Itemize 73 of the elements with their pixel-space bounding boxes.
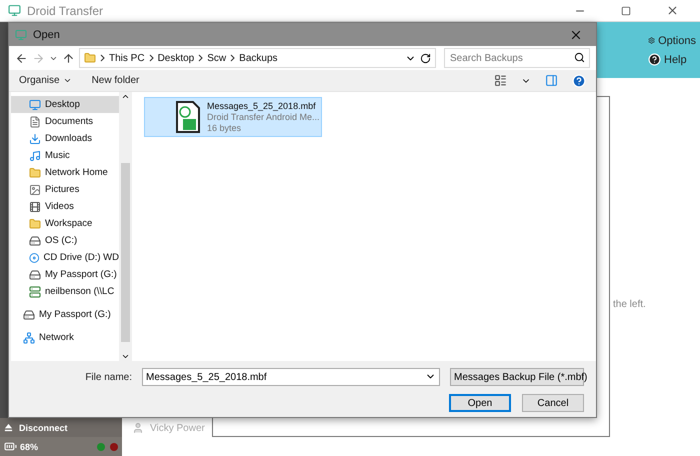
battery-icon bbox=[4, 440, 17, 453]
drive-icon bbox=[23, 308, 35, 320]
nav-item[interactable]: My Passport (G:) bbox=[11, 266, 119, 283]
nav-item[interactable]: Workspace bbox=[11, 215, 119, 232]
maximize-icon bbox=[621, 6, 631, 16]
nav-item[interactable]: Music bbox=[11, 147, 119, 164]
person-icon bbox=[132, 422, 144, 434]
search-field[interactable]: Search Backups bbox=[444, 48, 590, 68]
dialog-title: Open bbox=[33, 28, 60, 40]
breadcrumb-item[interactable]: Desktop bbox=[158, 52, 194, 64]
hint-text: the left. bbox=[613, 299, 646, 310]
nav-item[interactable]: Pictures bbox=[11, 181, 119, 198]
network-drive-icon bbox=[29, 286, 41, 298]
chevron-right-icon bbox=[100, 54, 105, 62]
battery-level: 68% bbox=[20, 442, 38, 452]
help-button[interactable]: Help bbox=[648, 53, 696, 66]
disconnect-button[interactable]: Disconnect bbox=[0, 418, 122, 437]
network-icon bbox=[23, 332, 35, 344]
cancel-button[interactable]: Cancel bbox=[522, 394, 584, 412]
refresh-icon[interactable] bbox=[420, 52, 431, 64]
picture-icon bbox=[29, 184, 41, 196]
options-button[interactable]: Options bbox=[648, 34, 696, 47]
scroll-down-icon[interactable] bbox=[121, 352, 130, 361]
file-name-field[interactable]: Messages_5_25_2018.mbf bbox=[142, 368, 440, 386]
chevron-right-icon bbox=[148, 54, 154, 62]
address-bar[interactable]: This PC Desktop Scw Backups bbox=[79, 48, 436, 68]
caret-icon bbox=[62, 76, 72, 85]
chevron-right-icon bbox=[198, 54, 204, 62]
app-logo-icon bbox=[15, 28, 27, 40]
monitor-icon bbox=[29, 98, 41, 110]
breadcrumb-item[interactable]: This PC bbox=[109, 52, 145, 64]
help-icon[interactable] bbox=[572, 74, 586, 88]
nav-item[interactable]: Network Home bbox=[11, 164, 119, 181]
nav-item[interactable]: Network bbox=[11, 329, 119, 346]
nav-item[interactable]: neilbenson (\\LC bbox=[11, 283, 119, 300]
download-icon bbox=[29, 132, 41, 144]
new-folder-button[interactable]: New folder bbox=[92, 75, 140, 86]
nav-item[interactable]: My Passport (G:) bbox=[11, 306, 119, 323]
drive-icon bbox=[29, 268, 41, 280]
music-note-icon bbox=[29, 150, 41, 162]
view-options-icon[interactable] bbox=[494, 74, 507, 87]
nav-item[interactable]: Downloads bbox=[11, 130, 119, 147]
window-title: Droid Transfer bbox=[27, 4, 104, 18]
film-icon bbox=[29, 200, 41, 212]
folder-icon bbox=[29, 166, 41, 178]
nav-item[interactable]: Documents bbox=[11, 113, 119, 130]
disc-icon bbox=[29, 252, 40, 264]
nav-item[interactable]: CD Drive (D:) WD bbox=[11, 249, 119, 266]
scrollbar[interactable] bbox=[119, 92, 132, 361]
breadcrumb-item[interactable]: Scw bbox=[207, 52, 226, 64]
drive-icon bbox=[29, 234, 41, 246]
up-arrow-icon[interactable] bbox=[62, 52, 75, 64]
close-icon bbox=[666, 4, 678, 17]
organise-button[interactable]: Organise bbox=[19, 75, 72, 86]
nav-item[interactable]: Desktop bbox=[11, 96, 119, 113]
back-arrow-icon[interactable] bbox=[15, 52, 28, 64]
file-name-label: File name: bbox=[85, 372, 132, 382]
search-icon bbox=[574, 52, 585, 63]
help-icon bbox=[648, 53, 661, 66]
eject-icon bbox=[4, 423, 13, 432]
scroll-up-icon[interactable] bbox=[121, 92, 130, 101]
file-icon bbox=[175, 101, 201, 133]
nav-item[interactable]: OS (C:) bbox=[11, 232, 119, 249]
document-icon bbox=[29, 116, 41, 128]
preview-pane-icon[interactable] bbox=[545, 74, 558, 87]
app-logo-icon bbox=[8, 4, 21, 17]
chevron-right-icon bbox=[230, 54, 236, 62]
file-item[interactable]: Messages_5_25_2018.mbf Droid Transfer Android Me... 16 bytes bbox=[144, 97, 322, 137]
folder-icon bbox=[84, 52, 96, 64]
folder-icon bbox=[29, 218, 41, 230]
breadcrumb-item[interactable]: Backups bbox=[239, 52, 278, 64]
nav-item[interactable]: Videos bbox=[11, 198, 119, 215]
open-button[interactable]: Open bbox=[449, 394, 511, 412]
